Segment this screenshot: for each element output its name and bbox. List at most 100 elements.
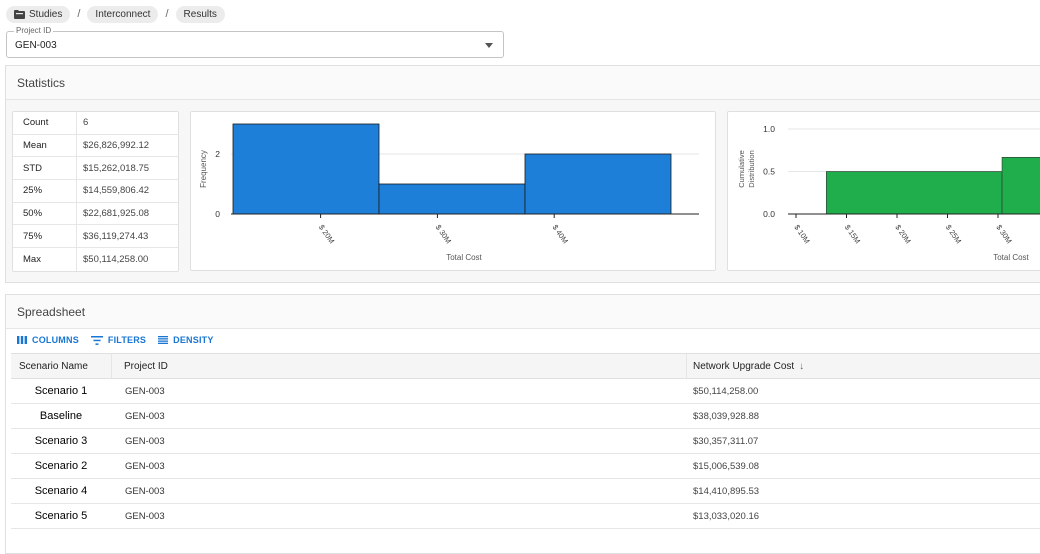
x-tick-label: $ 10M xyxy=(792,223,811,245)
histogram-bar xyxy=(378,183,526,215)
cell-project-id: GEN-003 xyxy=(125,485,165,497)
density-button[interactable]: DENSITY xyxy=(158,335,213,345)
stats-row-75: 75% $36,119,274.43 xyxy=(13,225,178,249)
cdf-step xyxy=(826,171,1003,215)
cumulative-distribution-chart: 0.0 0.5 1.0 $ 10M $ 15M $ 20M $ 25M $ 30M Cumula… xyxy=(727,111,1040,271)
breadcrumb-label: Interconnect xyxy=(95,8,151,20)
cell-network-upgrade-cost: $30,357,311.07 xyxy=(693,435,759,447)
project-id-legend: Project ID xyxy=(14,26,54,36)
project-id-select[interactable]: Project ID GEN-003 xyxy=(6,26,504,58)
y-axis-label-line-2: Distribution xyxy=(747,150,756,188)
columns-icon xyxy=(17,336,27,344)
density-icon xyxy=(158,336,169,344)
grid-toolbar: COLUMNS FILTERS DENSITY xyxy=(17,335,214,345)
spreadsheet-title: Spreadsheet xyxy=(6,295,1040,329)
stats-row-count: Count 6 xyxy=(13,112,178,135)
stats-row-std: STD $15,262,018.75 xyxy=(13,157,178,181)
breadcrumb-label: Results xyxy=(183,8,217,20)
cell-scenario-name: Scenario 4 xyxy=(34,485,88,497)
stats-label: Max xyxy=(13,248,77,271)
sort-descending-icon[interactable]: ↓ xyxy=(799,361,804,372)
stats-value: $36,119,274.43 xyxy=(83,230,149,242)
y-tick-label: 0.0 xyxy=(763,209,775,219)
cdf-step xyxy=(1001,157,1040,215)
y-tick-label: 2 xyxy=(215,149,220,159)
breadcrumb-label: Studies xyxy=(29,8,63,20)
stats-value: $22,681,925.08 xyxy=(83,208,150,220)
stats-label: 25% xyxy=(13,180,77,202)
table-row[interactable]: Scenario 2 GEN-003 $15,006,539.08 xyxy=(11,454,1040,479)
cell-scenario-name: Scenario 1 xyxy=(34,385,88,397)
statistics-panel: Statistics Count 6 Mean $26,826,992.12 S… xyxy=(5,65,1040,283)
breadcrumb-studies[interactable]: Studies xyxy=(6,5,71,23)
stats-value: $50,114,258.00 xyxy=(83,253,149,265)
table-row[interactable]: Scenario 4 GEN-003 $14,410,895.53 xyxy=(11,479,1040,504)
column-header-scenario-name[interactable]: Scenario Name xyxy=(11,354,111,378)
histogram-svg: 0 2 $ 20M $ 30M $ 40M Frequency Total Cost xyxy=(199,123,699,262)
filters-button[interactable]: FILTERS xyxy=(90,335,147,345)
y-axis-label: Frequency xyxy=(199,150,208,188)
column-header-project-id[interactable]: Project ID xyxy=(111,354,686,378)
filters-label: FILTERS xyxy=(107,335,147,345)
x-axis-label: Total Cost xyxy=(993,253,1029,262)
stats-row-max: Max $50,114,258.00 xyxy=(13,248,178,271)
y-tick-label: 0 xyxy=(215,209,220,219)
x-tick-label: $ 20M xyxy=(893,223,912,245)
x-axis-label: Total Cost xyxy=(446,253,482,262)
grid-header-row: Scenario Name Project ID Network Upgrade… xyxy=(11,353,1040,379)
cell-project-id: GEN-003 xyxy=(125,460,165,472)
project-id-value: GEN-003 xyxy=(15,40,57,51)
density-label: DENSITY xyxy=(173,335,214,345)
y-tick-label: 0.5 xyxy=(763,167,775,177)
y-tick-label: 1.0 xyxy=(763,124,775,134)
table-row[interactable]: Scenario 1 GEN-003 $50,114,258.00 xyxy=(11,379,1040,404)
x-tick-label: $ 15M xyxy=(843,223,862,245)
breadcrumb-separator: / xyxy=(77,8,81,20)
statistics-table: Count 6 Mean $26,826,992.12 STD $15,262,… xyxy=(12,111,179,272)
stats-row-mean: Mean $26,826,992.12 xyxy=(13,134,178,158)
cdf-svg: 0.0 0.5 1.0 $ 10M $ 15M $ 20M $ 25M $ 30M Cumula… xyxy=(737,124,1040,262)
data-grid: Scenario Name Project ID Network Upgrade… xyxy=(11,353,1040,529)
histogram-chart: 0 2 $ 20M $ 30M $ 40M Frequency Total Cost xyxy=(190,111,716,271)
cell-network-upgrade-cost: $15,006,539.08 xyxy=(693,460,760,472)
stats-label: Mean xyxy=(13,134,77,157)
cell-network-upgrade-cost: $38,039,928.88 xyxy=(693,410,760,422)
cell-project-id: GEN-003 xyxy=(125,410,165,422)
x-tick-label: $ 30M xyxy=(434,223,453,245)
folder-icon xyxy=(14,9,25,19)
table-row[interactable]: Scenario 3 GEN-003 $30,357,311.07 xyxy=(11,429,1040,454)
columns-button[interactable]: COLUMNS xyxy=(17,335,79,345)
cell-network-upgrade-cost: $50,114,258.00 xyxy=(693,385,759,397)
breadcrumb-results[interactable]: Results xyxy=(175,5,225,23)
breadcrumb: Studies / Interconnect / Results xyxy=(6,5,225,23)
cell-project-id: GEN-003 xyxy=(125,385,165,397)
stats-row-50: 50% $22,681,925.08 xyxy=(13,202,178,226)
columns-label: COLUMNS xyxy=(32,335,79,345)
histogram-bar xyxy=(232,123,380,215)
x-tick-label: $ 40M xyxy=(551,223,570,245)
cell-network-upgrade-cost: $13,033,020.16 xyxy=(693,510,760,522)
stats-value: $14,559,806.42 xyxy=(83,185,150,197)
breadcrumb-interconnect[interactable]: Interconnect xyxy=(87,5,159,23)
stats-label: Count xyxy=(13,112,77,134)
cell-network-upgrade-cost: $14,410,895.53 xyxy=(693,485,760,497)
stats-label: 50% xyxy=(13,202,77,225)
x-tick-label: $ 25M xyxy=(944,223,963,245)
cell-scenario-name: Baseline xyxy=(39,410,83,422)
column-header-network-upgrade-cost[interactable]: Network Upgrade Cost ↓ xyxy=(686,354,1040,378)
table-row[interactable]: Baseline GEN-003 $38,039,928.88 xyxy=(11,404,1040,429)
statistics-title: Statistics xyxy=(6,66,1040,100)
histogram-bar xyxy=(524,153,672,215)
table-row[interactable]: Scenario 5 GEN-003 $13,033,020.16 xyxy=(11,504,1040,529)
column-header-label: Network Upgrade Cost xyxy=(693,360,795,372)
stats-value: 6 xyxy=(83,117,89,129)
cell-scenario-name: Scenario 2 xyxy=(34,460,88,472)
stats-value: $26,826,992.12 xyxy=(83,140,150,152)
stats-label: 75% xyxy=(13,225,77,248)
cell-project-id: GEN-003 xyxy=(125,510,165,522)
cell-project-id: GEN-003 xyxy=(125,435,165,447)
dropdown-caret-icon xyxy=(485,43,493,48)
x-tick-label: $ 30M xyxy=(994,223,1013,245)
breadcrumb-separator: / xyxy=(165,8,169,20)
cell-scenario-name: Scenario 3 xyxy=(34,435,88,447)
